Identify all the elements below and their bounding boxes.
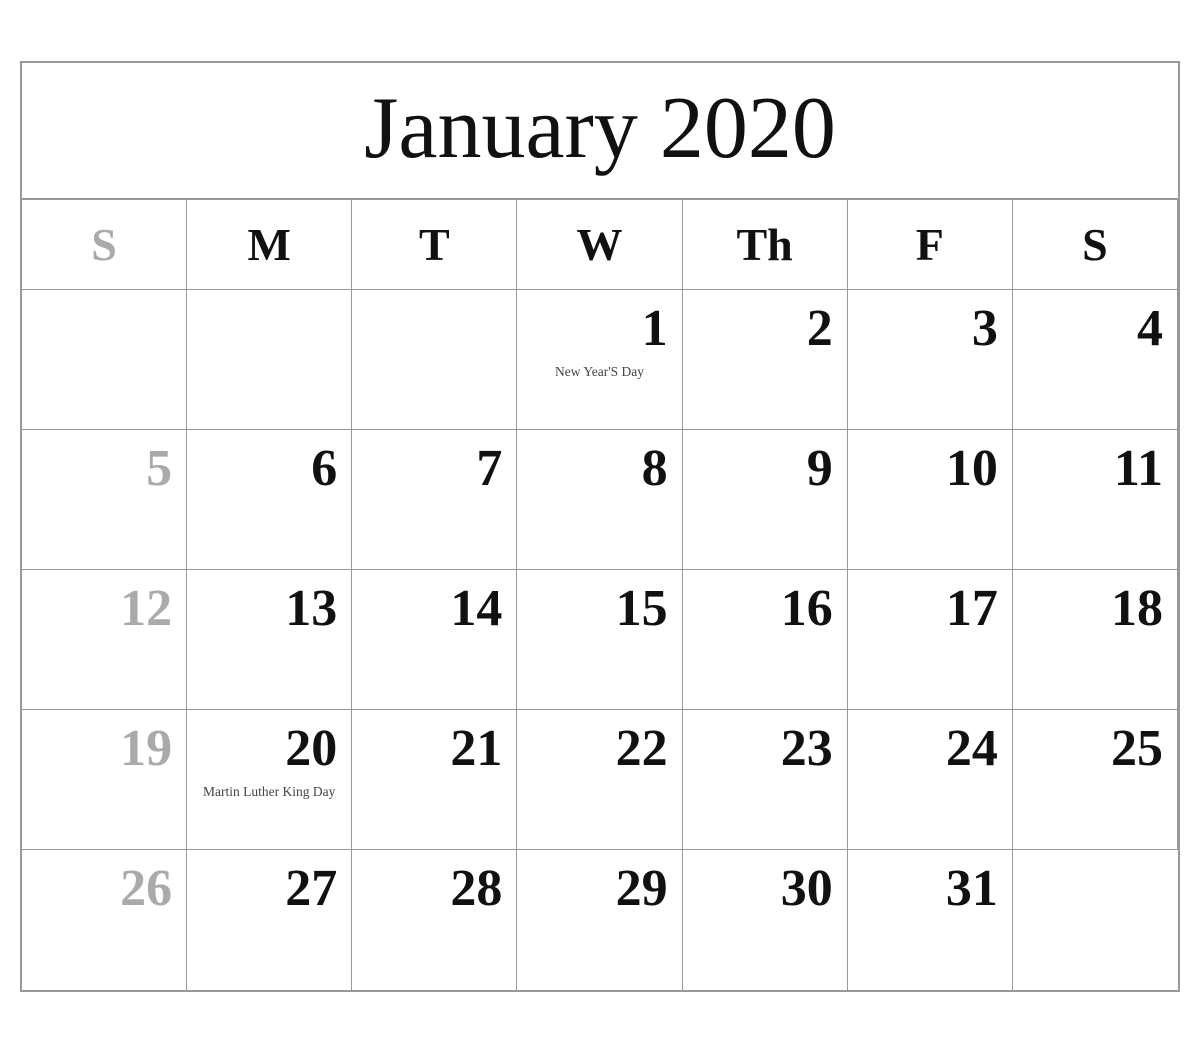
- day-cell-6: 6: [187, 430, 352, 570]
- day-cell-4: 4: [1013, 290, 1178, 430]
- holiday-label-mlk: Martin Luther King Day: [201, 783, 337, 802]
- day-number: 15: [531, 580, 667, 637]
- day-number: 31: [862, 860, 998, 917]
- day-number: 12: [36, 580, 172, 637]
- day-number: 26: [36, 860, 172, 917]
- day-number: 8: [531, 440, 667, 497]
- day-number: 1: [531, 300, 667, 357]
- day-cell-2: 2: [683, 290, 848, 430]
- header-tuesday: T: [352, 200, 517, 290]
- day-cell-23: 23: [683, 710, 848, 850]
- calendar-grid: S M T W Th F S 1 New Year'S Day 2 3 4 5 …: [22, 200, 1178, 990]
- day-number: 23: [697, 720, 833, 777]
- day-cell-20: 20 Martin Luther King Day: [187, 710, 352, 850]
- day-cell-21: 21: [352, 710, 517, 850]
- day-number: 28: [366, 860, 502, 917]
- day-number: 24: [862, 720, 998, 777]
- day-number: 22: [531, 720, 667, 777]
- day-cell-10: 10: [848, 430, 1013, 570]
- day-cell-15: 15: [517, 570, 682, 710]
- day-cell-31: 31: [848, 850, 1013, 990]
- day-number: 25: [1027, 720, 1163, 777]
- day-number: 19: [36, 720, 172, 777]
- day-cell-25: 25: [1013, 710, 1178, 850]
- day-number: 5: [36, 440, 172, 497]
- header-sunday: S: [22, 200, 187, 290]
- day-number: 17: [862, 580, 998, 637]
- day-cell-5: 5: [22, 430, 187, 570]
- day-cell-8: 8: [517, 430, 682, 570]
- day-cell-empty: [187, 290, 352, 430]
- day-cell-14: 14: [352, 570, 517, 710]
- calendar-title: January 2020: [22, 63, 1178, 200]
- day-number: 21: [366, 720, 502, 777]
- day-cell-9: 9: [683, 430, 848, 570]
- holiday-label: New Year'S Day: [531, 363, 667, 382]
- calendar: January 2020 S M T W Th F S 1 New Year'S…: [20, 61, 1180, 992]
- day-cell-30: 30: [683, 850, 848, 990]
- day-number: 10: [862, 440, 998, 497]
- day-number: 30: [697, 860, 833, 917]
- day-number: 13: [201, 580, 337, 637]
- day-number: 20: [201, 720, 337, 777]
- day-cell-1: 1 New Year'S Day: [517, 290, 682, 430]
- day-cell-empty: [1013, 850, 1178, 990]
- day-cell-13: 13: [187, 570, 352, 710]
- day-number: 16: [697, 580, 833, 637]
- header-thursday: Th: [683, 200, 848, 290]
- day-number: 29: [531, 860, 667, 917]
- day-cell-24: 24: [848, 710, 1013, 850]
- day-number: 27: [201, 860, 337, 917]
- day-number: 7: [366, 440, 502, 497]
- day-number: 18: [1027, 580, 1163, 637]
- day-cell-18: 18: [1013, 570, 1178, 710]
- day-cell-7: 7: [352, 430, 517, 570]
- day-cell-11: 11: [1013, 430, 1178, 570]
- day-cell-27: 27: [187, 850, 352, 990]
- header-monday: M: [187, 200, 352, 290]
- day-cell-empty: [22, 290, 187, 430]
- day-cell-19: 19: [22, 710, 187, 850]
- header-friday: F: [848, 200, 1013, 290]
- day-number: 2: [697, 300, 833, 357]
- day-number: 6: [201, 440, 337, 497]
- day-number: 9: [697, 440, 833, 497]
- day-number: 3: [862, 300, 998, 357]
- day-cell-3: 3: [848, 290, 1013, 430]
- day-cell-17: 17: [848, 570, 1013, 710]
- day-number: 11: [1027, 440, 1163, 497]
- day-number: 4: [1027, 300, 1163, 357]
- day-cell-16: 16: [683, 570, 848, 710]
- day-cell-28: 28: [352, 850, 517, 990]
- day-cell-12: 12: [22, 570, 187, 710]
- day-number: 14: [366, 580, 502, 637]
- header-wednesday: W: [517, 200, 682, 290]
- day-cell-empty: [352, 290, 517, 430]
- day-cell-29: 29: [517, 850, 682, 990]
- header-saturday: S: [1013, 200, 1178, 290]
- day-cell-22: 22: [517, 710, 682, 850]
- day-cell-26: 26: [22, 850, 187, 990]
